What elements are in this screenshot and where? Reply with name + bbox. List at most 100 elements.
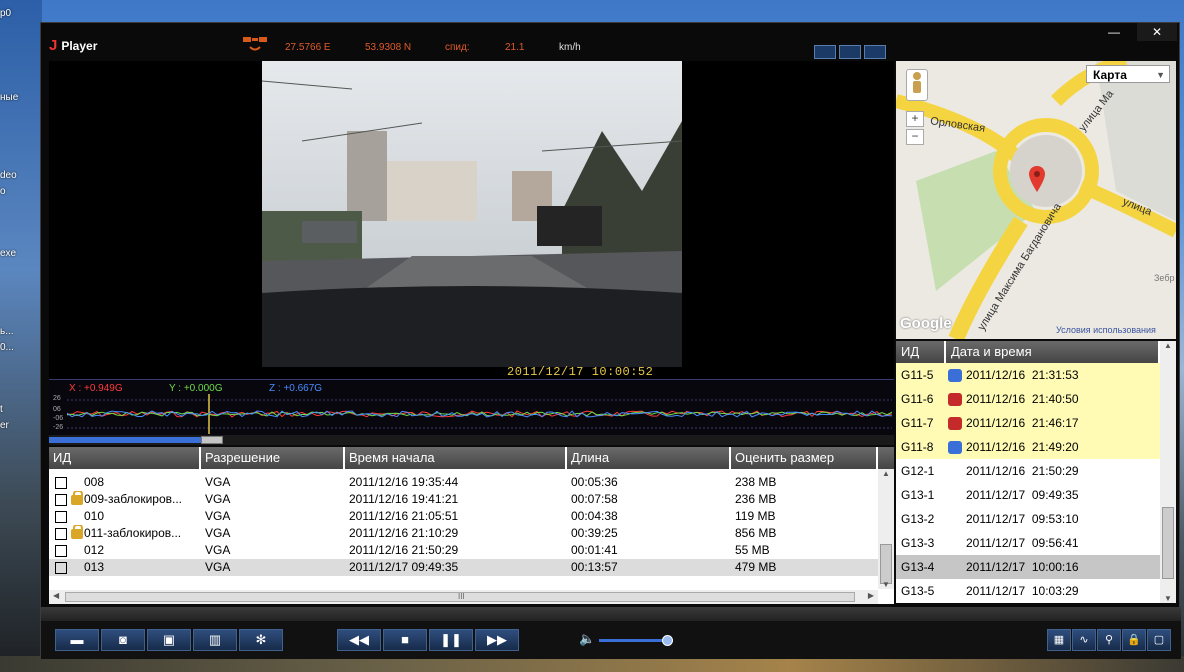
- event-row[interactable]: G13-1 2011/12/17 09:49:35: [896, 483, 1176, 507]
- street-view-pegman-icon[interactable]: [906, 69, 928, 101]
- event-row[interactable]: G12-1 2011/12/16 21:50:29: [896, 459, 1176, 483]
- snapshot-camera-button[interactable]: ◙: [101, 629, 145, 651]
- file-checkbox[interactable]: [55, 527, 67, 540]
- layout-quad-button[interactable]: [864, 45, 886, 59]
- stop-button[interactable]: ■: [383, 629, 427, 651]
- event-column-datetime[interactable]: Дата и время: [946, 341, 1160, 363]
- event-row[interactable]: G11-6 2011/12/16 21:40:50: [896, 387, 1176, 411]
- gsensor-tick: 26: [53, 395, 61, 402]
- file-row[interactable]: 011-заблокиров... VGA 2011/12/16 21:10:29 0…: [49, 525, 894, 542]
- seek-thumb[interactable]: [201, 436, 224, 444]
- map-zoom-out-button[interactable]: −: [906, 129, 924, 145]
- desktop-icon-label[interactable]: ные: [0, 92, 18, 103]
- event-time: 10:03:29: [1031, 584, 1079, 598]
- event-row[interactable]: G13-2 2011/12/17 09:53:10: [896, 507, 1176, 531]
- file-id: 011-заблокиров...: [84, 526, 182, 540]
- google-logo: Google: [900, 315, 952, 332]
- file-size: 236 MB: [735, 492, 777, 506]
- map-view-button[interactable]: ▦: [1047, 629, 1071, 651]
- file-checkbox[interactable]: [55, 561, 67, 574]
- desktop-icon-label[interactable]: o: [0, 186, 6, 197]
- scroll-left-icon[interactable]: ◀: [53, 591, 59, 600]
- map-type-select[interactable]: Карта ▼: [1086, 65, 1170, 83]
- pause-button[interactable]: ❚❚: [429, 629, 473, 651]
- settings-gear-button[interactable]: ✻: [239, 629, 283, 651]
- event-list-vscroll[interactable]: ▲ ▼: [1160, 341, 1176, 603]
- desktop-icon-label[interactable]: deo: [0, 170, 17, 181]
- map-panel[interactable]: + − Карта ▼ Орловская улица Ма улица Макс…: [896, 61, 1176, 339]
- scroll-down-icon[interactable]: ▼: [1160, 594, 1176, 603]
- event-date: 2011/12/16: [966, 416, 1026, 430]
- seek-bar[interactable]: [49, 435, 894, 445]
- file-id-cell: 010: [49, 508, 201, 525]
- volume-slider[interactable]: [599, 639, 669, 642]
- scroll-down-icon[interactable]: ▼: [878, 580, 894, 589]
- scroll-up-icon[interactable]: ▲: [1160, 341, 1176, 350]
- column-id[interactable]: ИД: [49, 447, 201, 469]
- event-row[interactable]: G13-4 2011/12/17 10:00:16: [896, 555, 1176, 579]
- column-size[interactable]: Оценить размер: [731, 447, 878, 469]
- file-row[interactable]: 009-заблокиров... VGA 2011/12/16 19:41:21 0…: [49, 491, 894, 508]
- scroll-right-icon[interactable]: ▶: [868, 591, 874, 600]
- video-frame: [262, 61, 682, 367]
- lock-button[interactable]: 🔒: [1122, 629, 1146, 651]
- video-panel[interactable]: 2011/12/17 10:00:52: [49, 61, 894, 379]
- event-row[interactable]: G11-7 2011/12/16 21:46:17: [896, 411, 1176, 435]
- file-id: 009-заблокиров...: [84, 492, 183, 506]
- event-row[interactable]: G11-8 2011/12/16 21:49:20: [896, 435, 1176, 459]
- file-id-cell: 013: [49, 559, 201, 576]
- close-button[interactable]: ✕: [1137, 23, 1177, 41]
- volume-icon[interactable]: 🔈: [579, 631, 595, 647]
- gsensor-x-value: X : +0.949G: [69, 383, 123, 394]
- event-row[interactable]: G13-5 2011/12/17 10:03:29: [896, 579, 1176, 603]
- file-row[interactable]: 012 VGA 2011/12/16 21:50:29 00:01:41 55 MB: [49, 542, 894, 559]
- file-resolution: VGA: [205, 475, 231, 489]
- file-checkbox[interactable]: [55, 544, 67, 557]
- column-length[interactable]: Длина: [567, 447, 731, 469]
- desktop-icon-label[interactable]: 0...: [0, 342, 14, 353]
- file-row[interactable]: 013 VGA 2011/12/17 09:49:35 00:13:57 479 MB: [49, 559, 894, 576]
- search-key-button[interactable]: ⚲: [1097, 629, 1121, 651]
- event-row[interactable]: G13-3 2011/12/17 09:56:41: [896, 531, 1176, 555]
- event-list-vscroll-thumb[interactable]: [1162, 507, 1174, 579]
- minimize-button[interactable]: —: [1094, 23, 1134, 41]
- rewind-button[interactable]: ◀◀: [337, 629, 381, 651]
- event-time: 21:31:53: [1031, 368, 1079, 382]
- file-list-hscroll-thumb[interactable]: III: [65, 592, 855, 602]
- map-terms-link[interactable]: Условия использования: [1056, 325, 1156, 335]
- gsensor-tick: -26: [53, 424, 64, 431]
- file-row[interactable]: 008 VGA 2011/12/16 19:35:44 00:05:36 238 MB: [49, 474, 894, 491]
- file-list-hscroll[interactable]: ◀ III ▶: [49, 590, 878, 604]
- desktop-icon-label[interactable]: t: [0, 404, 3, 415]
- file-list-vscroll-thumb[interactable]: [880, 544, 892, 584]
- gsensor-graph[interactable]: X : +0.949G Y : +0.000G Z : +0.667G 26 0…: [49, 379, 894, 436]
- scroll-up-icon[interactable]: ▲: [878, 469, 894, 478]
- event-date: 2011/12/16: [966, 440, 1026, 454]
- file-size: 238 MB: [735, 475, 777, 489]
- fast-forward-button[interactable]: ▶▶: [475, 629, 519, 651]
- speed-value: 21.1: [505, 42, 525, 53]
- column-start-time[interactable]: Время начала: [345, 447, 567, 469]
- file-list-vscroll[interactable]: ▲ ▼: [878, 469, 894, 589]
- desktop-icon-label[interactable]: exe: [0, 248, 16, 259]
- event-column-id[interactable]: ИД: [896, 341, 946, 363]
- file-checkbox[interactable]: [55, 476, 67, 489]
- layout-single-button[interactable]: [814, 45, 836, 59]
- column-resolution[interactable]: Разрешение: [201, 447, 345, 469]
- event-id: G11-6: [901, 392, 934, 406]
- window-mode-button[interactable]: ▢: [1147, 629, 1171, 651]
- graph-wave-button[interactable]: ∿: [1072, 629, 1096, 651]
- volume-thumb[interactable]: [662, 635, 673, 646]
- open-folder-button[interactable]: ▬: [55, 629, 99, 651]
- desktop-icon-label[interactable]: er: [0, 420, 9, 431]
- layout-split-button[interactable]: [839, 45, 861, 59]
- map-zoom-in-button[interactable]: +: [906, 111, 924, 127]
- file-row[interactable]: 010 VGA 2011/12/16 21:05:51 00:04:38 119 MB: [49, 508, 894, 525]
- file-checkbox[interactable]: [55, 493, 67, 506]
- event-row[interactable]: G11-5 2011/12/16 21:31:53: [896, 363, 1176, 387]
- file-checkbox[interactable]: [55, 510, 67, 523]
- desktop-icon-label[interactable]: p0: [0, 8, 11, 19]
- save-disk-button[interactable]: ▣: [147, 629, 191, 651]
- delete-trash-button[interactable]: ▥: [193, 629, 237, 651]
- desktop-icon-label[interactable]: ь...: [0, 326, 14, 337]
